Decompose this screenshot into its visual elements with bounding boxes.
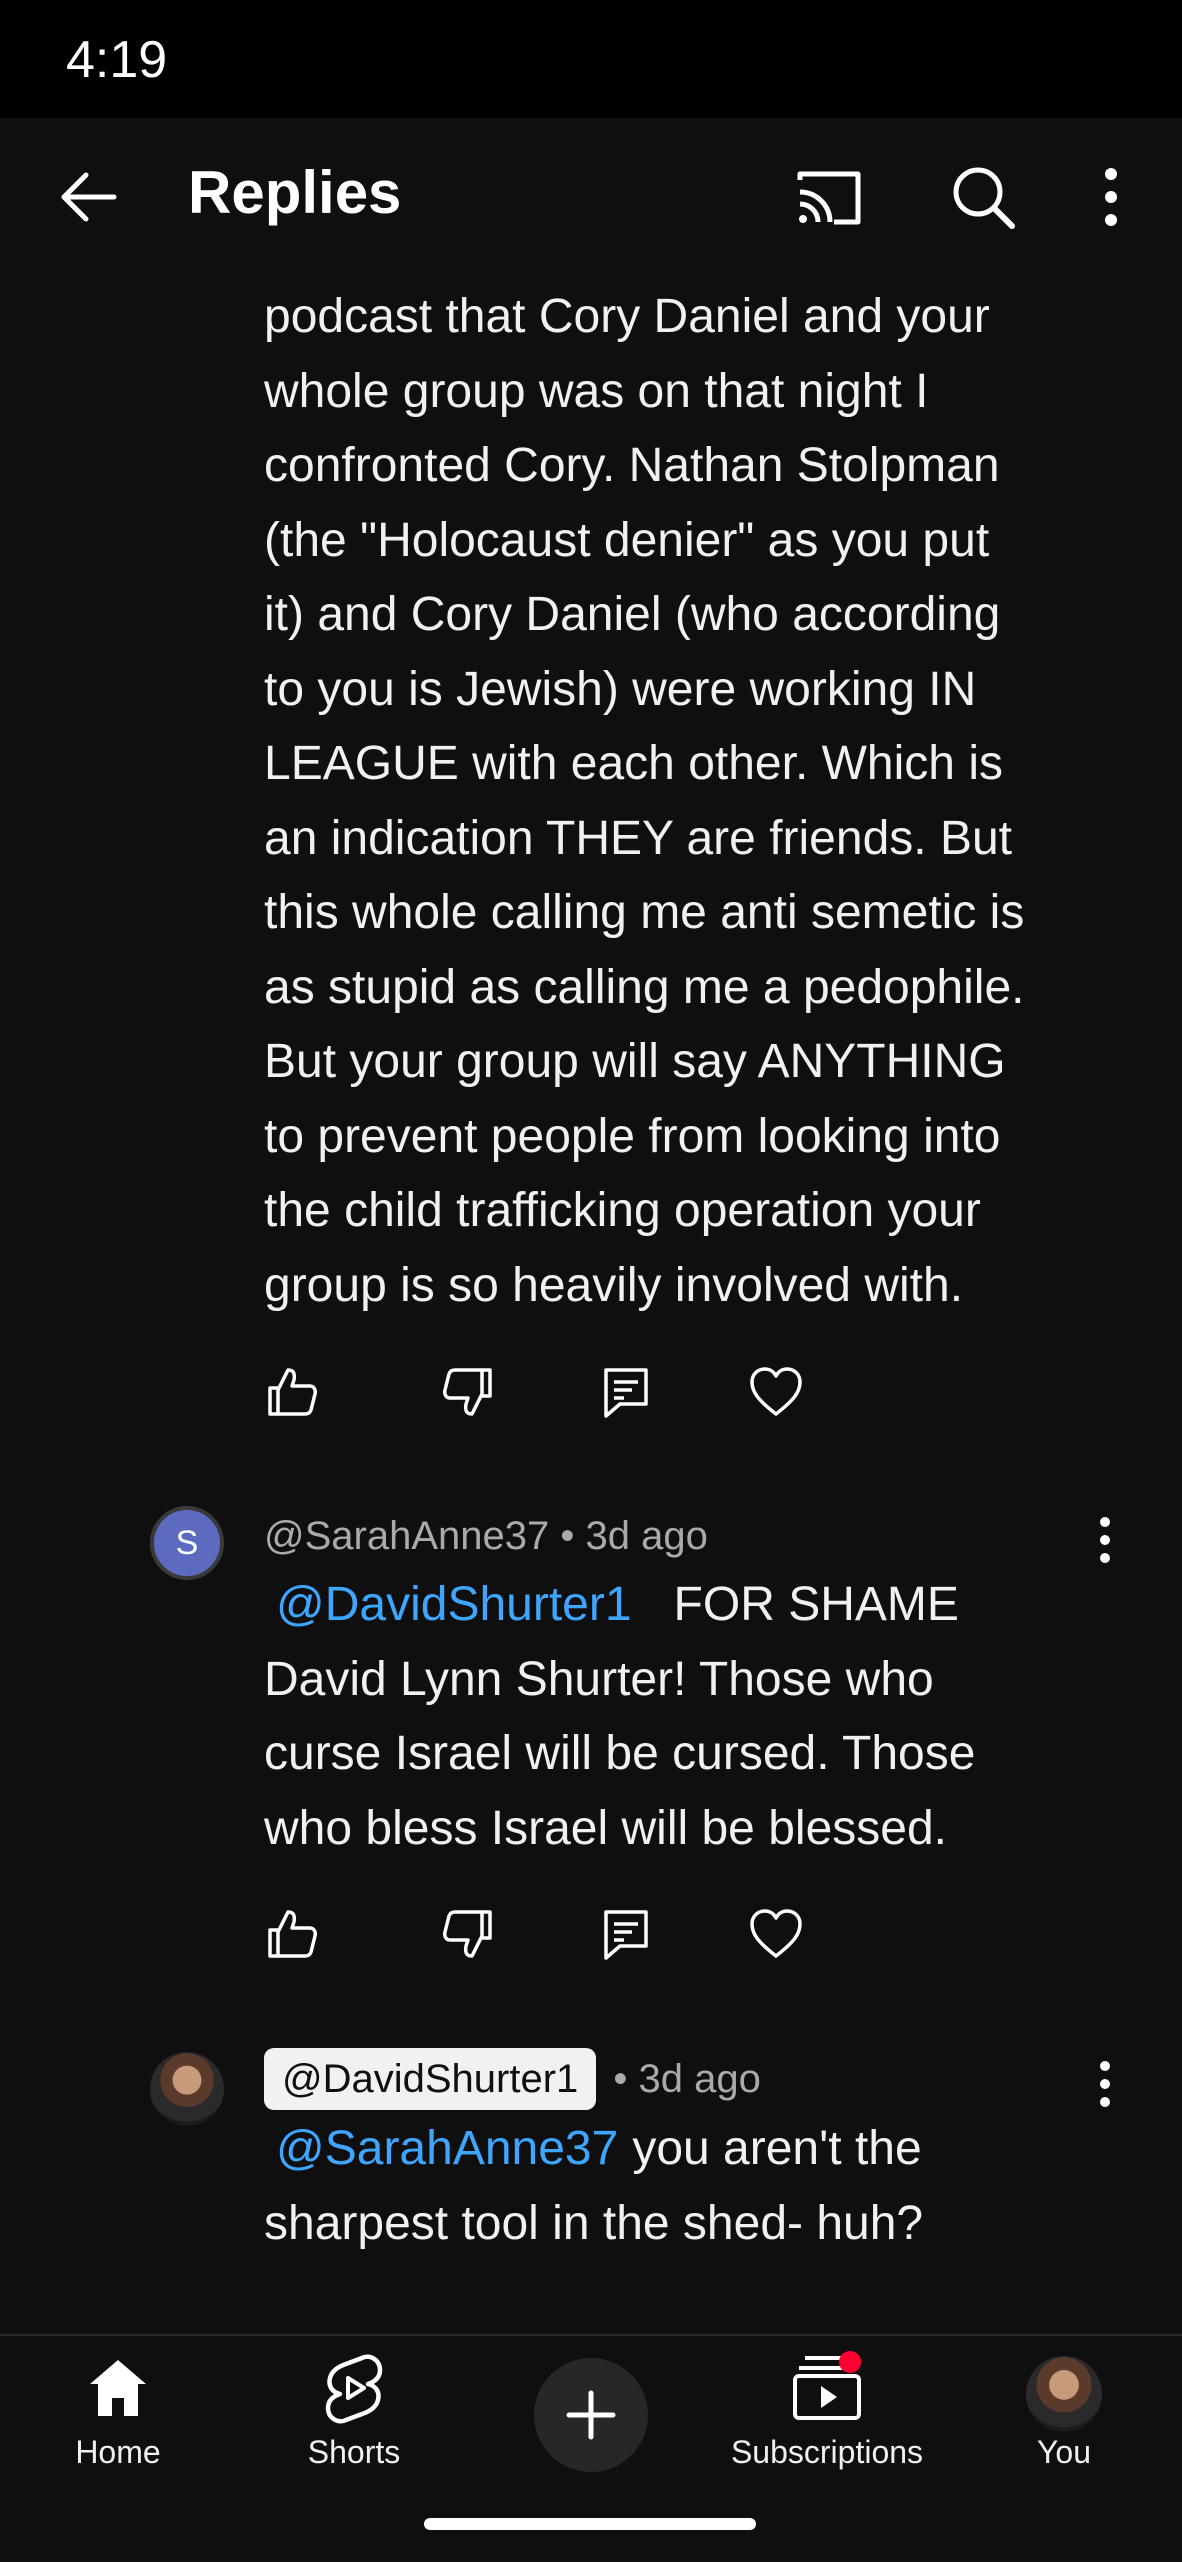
nav-label: You <box>1037 2434 1091 2470</box>
reply-icon[interactable] <box>598 1364 654 1420</box>
nav-home[interactable]: Home <box>48 2336 188 2486</box>
comment-line: @SarahAnne37 you aren't the <box>264 2112 1114 2187</box>
comment-line: sharpest tool in the shed- huh? <box>264 2196 924 2250</box>
comment-body: @SarahAnne37 you aren't the sharpest tool… <box>264 2112 1114 2261</box>
comment-line: to prevent people from looking into <box>264 1109 1001 1163</box>
comment-line: curse Israel will be cursed. Those <box>264 1727 976 1780</box>
search-icon[interactable] <box>948 162 1018 232</box>
comment-line: an indication THEY are friends. But <box>264 811 1012 865</box>
home-indicator <box>424 2518 756 2530</box>
heart-icon[interactable] <box>748 1364 804 1420</box>
comment-line: (the "Holocaust denier" as you put <box>264 513 990 567</box>
reply-icon[interactable] <box>598 1906 654 1962</box>
mention-link[interactable]: @SarahAnne37 <box>276 2122 618 2175</box>
comment-line: the child trafficking operation your <box>264 1184 981 1237</box>
replies-list[interactable]: podcast that Cory Daniel and your whole … <box>0 276 1182 2336</box>
like-icon[interactable] <box>264 1906 320 1962</box>
comment-meta: @DavidShurter1 • 3d ago <box>264 2048 761 2110</box>
nav-label: Shorts <box>307 2434 401 2470</box>
comment-line: whole group was on that night I <box>264 364 929 418</box>
status-bar: 4:19 <box>0 0 1182 118</box>
plus-icon <box>566 2390 616 2440</box>
comment-age: • 3d ago <box>613 2057 761 2101</box>
comment-line: who bless Israel will be blessed. <box>264 1801 947 1855</box>
creator-handle-chip[interactable]: @DavidShurter1 <box>264 2048 597 2110</box>
comment-line: this whole calling me anti semetic is <box>264 886 1025 939</box>
status-time: 4:19 <box>66 31 168 89</box>
comment-line: David Lynn Shurter! Those who <box>264 1652 934 1706</box>
comment-text-inline: FOR SHAME <box>673 1578 959 1631</box>
dislike-icon[interactable] <box>440 1364 496 1420</box>
comment-line: @DavidShurter1 FOR SHAME <box>264 1568 1114 1643</box>
back-arrow-icon[interactable] <box>54 162 124 232</box>
comment-author[interactable]: @SarahAnne37 <box>264 1514 549 1558</box>
comment-meta: @SarahAnne37 • 3d ago <box>264 1508 708 1564</box>
page-title: Replies <box>188 159 402 226</box>
nav-label: Home <box>75 2434 161 2470</box>
comment-line: But your group will say ANYTHING <box>264 1035 1006 1088</box>
create-button[interactable] <box>534 2358 648 2472</box>
comment-body: podcast that Cory Daniel and your whole … <box>264 280 1114 1323</box>
shorts-icon <box>325 2354 383 2424</box>
comment-line: LEAGUE with each other. Which is <box>264 737 1003 790</box>
notification-dot <box>839 2351 861 2373</box>
heart-icon[interactable] <box>748 1906 804 1962</box>
comment-line: group is so heavily involved with. <box>264 1258 964 1312</box>
avatar[interactable]: S <box>150 1506 224 1580</box>
nav-label: Subscriptions <box>730 2434 924 2470</box>
home-icon <box>90 2360 146 2416</box>
comment-age: • 3d ago <box>560 1514 708 1558</box>
comment-line: as stupid as calling me a pedophile. <box>264 960 1025 1014</box>
comment-more-icon[interactable] <box>1090 1510 1120 1570</box>
comment-line: it) and Cory Daniel (who according <box>264 588 1001 641</box>
more-options-icon[interactable] <box>1096 162 1126 232</box>
comment-line: to you is Jewish) were working IN <box>264 662 977 716</box>
nav-shorts[interactable]: Shorts <box>284 2336 424 2486</box>
app-bar: Replies <box>0 118 1182 276</box>
comment-line: confronted Cory. Nathan Stolpman <box>264 439 1000 492</box>
account-avatar <box>1026 2356 1102 2432</box>
comment-body: @DavidShurter1 FOR SHAME David Lynn Shurt… <box>264 1568 1114 1866</box>
like-icon[interactable] <box>264 1364 320 1420</box>
dislike-icon[interactable] <box>440 1906 496 1962</box>
mention-link[interactable]: @DavidShurter1 <box>276 1578 632 1631</box>
comment-line: podcast that Cory Daniel and your <box>264 290 990 343</box>
comment-text-inline: you aren't the <box>632 2122 922 2175</box>
comment-more-icon[interactable] <box>1090 2054 1120 2114</box>
avatar[interactable] <box>150 2052 224 2126</box>
nav-subscriptions[interactable]: Subscriptions <box>722 2336 932 2486</box>
cast-icon[interactable] <box>794 168 864 228</box>
nav-you[interactable]: You <box>1004 2336 1124 2486</box>
comment-actions <box>264 1906 824 1966</box>
comment-actions <box>264 1364 824 1424</box>
